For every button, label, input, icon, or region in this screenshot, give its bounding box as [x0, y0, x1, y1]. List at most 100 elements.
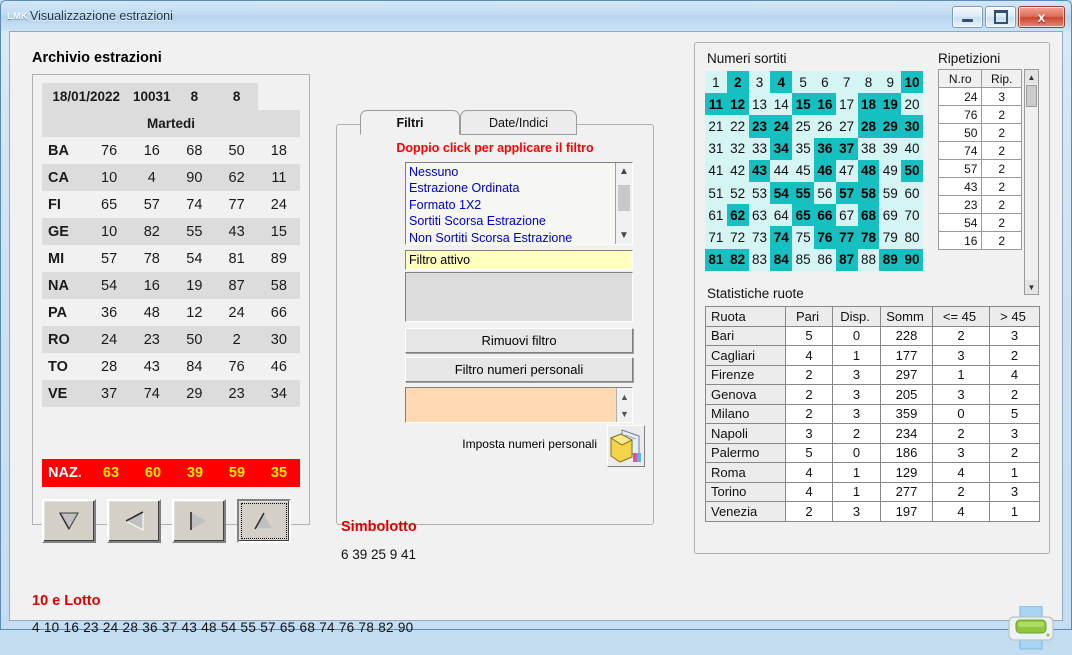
number-cell[interactable]: 5: [792, 71, 814, 94]
table-row[interactable]: 57 2: [937, 159, 1022, 178]
number-cell[interactable]: 6: [813, 71, 836, 94]
filter-list-item[interactable]: Estrazione Ordinata: [409, 180, 632, 196]
number-cell[interactable]: 13: [748, 93, 771, 116]
spinner-up-icon[interactable]: ▲: [620, 392, 629, 402]
number-cell[interactable]: 2: [726, 71, 749, 94]
filter-list-item[interactable]: Non Sortiti Scorsa Estrazione: [409, 230, 632, 244]
table-row[interactable]: 24 3: [937, 87, 1022, 106]
table-row[interactable]: 23 2: [937, 195, 1022, 214]
number-cell[interactable]: 9: [879, 71, 902, 94]
number-cell[interactable]: 24: [770, 115, 793, 138]
number-cell[interactable]: 62: [726, 204, 749, 227]
number-cell[interactable]: 51: [705, 181, 727, 205]
nav-last-button[interactable]: [237, 499, 291, 543]
number-cell[interactable]: 63: [748, 204, 771, 227]
nav-previous-button[interactable]: [107, 499, 161, 543]
number-cell[interactable]: 85: [792, 248, 814, 271]
tab-date-indici[interactable]: Date/Indici: [460, 110, 577, 135]
number-cell[interactable]: 20: [901, 93, 923, 116]
number-cell[interactable]: 25: [792, 115, 814, 138]
number-cell[interactable]: 90: [901, 248, 923, 271]
number-cell[interactable]: 72: [726, 226, 749, 249]
personal-numbers-filter-button[interactable]: Filtro numeri personali: [405, 357, 633, 382]
number-cell[interactable]: 79: [879, 226, 902, 249]
remove-filter-button[interactable]: Rimuovi filtro: [405, 328, 633, 353]
number-cell[interactable]: 84: [770, 248, 793, 271]
number-cell[interactable]: 30: [901, 115, 923, 138]
table-row[interactable]: 43 2: [937, 177, 1022, 196]
number-cell[interactable]: 78: [857, 226, 880, 249]
number-cell[interactable]: 71: [705, 226, 727, 249]
number-cell[interactable]: 44: [770, 159, 793, 182]
number-cell[interactable]: 18: [857, 93, 880, 116]
nav-first-button[interactable]: [42, 499, 96, 543]
table-row[interactable]: 76 2: [937, 105, 1022, 124]
number-cell[interactable]: 23: [748, 115, 771, 138]
table-row[interactable]: Roma 4 1 129 4 1: [705, 462, 1040, 483]
number-cell[interactable]: 17: [835, 93, 858, 116]
table-row[interactable]: Cagliari 4 1 177 3 2: [705, 345, 1040, 366]
table-row[interactable]: Bari 5 0 228 2 3: [705, 325, 1040, 346]
table-row[interactable]: 50 2: [937, 123, 1022, 142]
scroll-down-icon[interactable]: ▼: [1025, 280, 1038, 294]
table-row[interactable]: Firenze 2 3 297 1 4: [705, 364, 1040, 385]
number-cell[interactable]: 65: [792, 204, 814, 227]
table-row[interactable]: 16 2: [937, 231, 1022, 250]
number-cell[interactable]: 77: [835, 226, 858, 249]
number-cell[interactable]: 28: [857, 115, 880, 138]
number-cell[interactable]: 45: [792, 159, 814, 182]
set-personal-numbers-button[interactable]: [607, 425, 645, 467]
number-cell[interactable]: 73: [748, 226, 771, 249]
number-cell[interactable]: 80: [901, 226, 923, 249]
table-row[interactable]: Napoli 3 2 234 2 3: [705, 423, 1040, 444]
number-cell[interactable]: 75: [792, 226, 814, 249]
filter-list-scrollbar[interactable]: ▲ ▼: [615, 163, 632, 244]
maximize-button[interactable]: [985, 6, 1016, 28]
number-cell[interactable]: 4: [770, 71, 793, 94]
personal-numbers-field[interactable]: ▲ ▼: [405, 387, 633, 423]
number-cell[interactable]: 40: [901, 137, 923, 160]
number-cell[interactable]: 56: [813, 181, 836, 205]
scrollbar-thumb[interactable]: [1026, 85, 1037, 107]
filter-list-item[interactable]: Formato 1X2: [409, 197, 632, 213]
number-cell[interactable]: 19: [879, 93, 902, 116]
number-cell[interactable]: 37: [835, 137, 858, 160]
minimize-button[interactable]: [952, 6, 983, 28]
table-row[interactable]: Milano 2 3 359 0 5: [705, 403, 1040, 424]
number-cell[interactable]: 14: [770, 93, 793, 116]
number-cell[interactable]: 8: [857, 71, 880, 94]
close-button[interactable]: x: [1018, 6, 1065, 28]
number-cell[interactable]: 57: [835, 181, 858, 205]
number-cell[interactable]: 22: [726, 115, 749, 138]
number-cell[interactable]: 26: [813, 115, 836, 138]
number-cell[interactable]: 81: [705, 248, 727, 271]
number-cell[interactable]: 7: [835, 71, 858, 94]
scroll-down-icon[interactable]: ▼: [616, 227, 632, 244]
number-cell[interactable]: 46: [813, 159, 836, 182]
number-cell[interactable]: 82: [726, 248, 749, 271]
number-cell[interactable]: 88: [857, 248, 880, 271]
number-cell[interactable]: 48: [857, 159, 880, 182]
number-cell[interactable]: 31: [705, 137, 727, 160]
table-row[interactable]: Torino 4 1 277 2 3: [705, 481, 1040, 502]
number-cell[interactable]: 54: [770, 181, 793, 205]
number-cell[interactable]: 42: [726, 159, 749, 182]
number-cell[interactable]: 11: [705, 93, 727, 116]
number-cell[interactable]: 41: [705, 159, 727, 182]
number-cell[interactable]: 3: [748, 71, 771, 94]
ripetizioni-scrollbar[interactable]: ▲ ▼: [1024, 69, 1039, 295]
number-cell[interactable]: 61: [705, 204, 727, 227]
number-cell[interactable]: 16: [813, 93, 836, 116]
number-cell[interactable]: 89: [879, 248, 902, 271]
number-cell[interactable]: 83: [748, 248, 771, 271]
number-cell[interactable]: 38: [857, 137, 880, 160]
number-cell[interactable]: 10: [901, 71, 923, 94]
number-cell[interactable]: 64: [770, 204, 793, 227]
number-cell[interactable]: 68: [857, 204, 880, 227]
number-cell[interactable]: 70: [901, 204, 923, 227]
number-cell[interactable]: 50: [901, 159, 923, 182]
number-cell[interactable]: 34: [770, 137, 793, 160]
number-cell[interactable]: 67: [835, 204, 858, 227]
filter-list-item[interactable]: Nessuno: [409, 164, 632, 180]
number-cell[interactable]: 55: [792, 181, 814, 205]
